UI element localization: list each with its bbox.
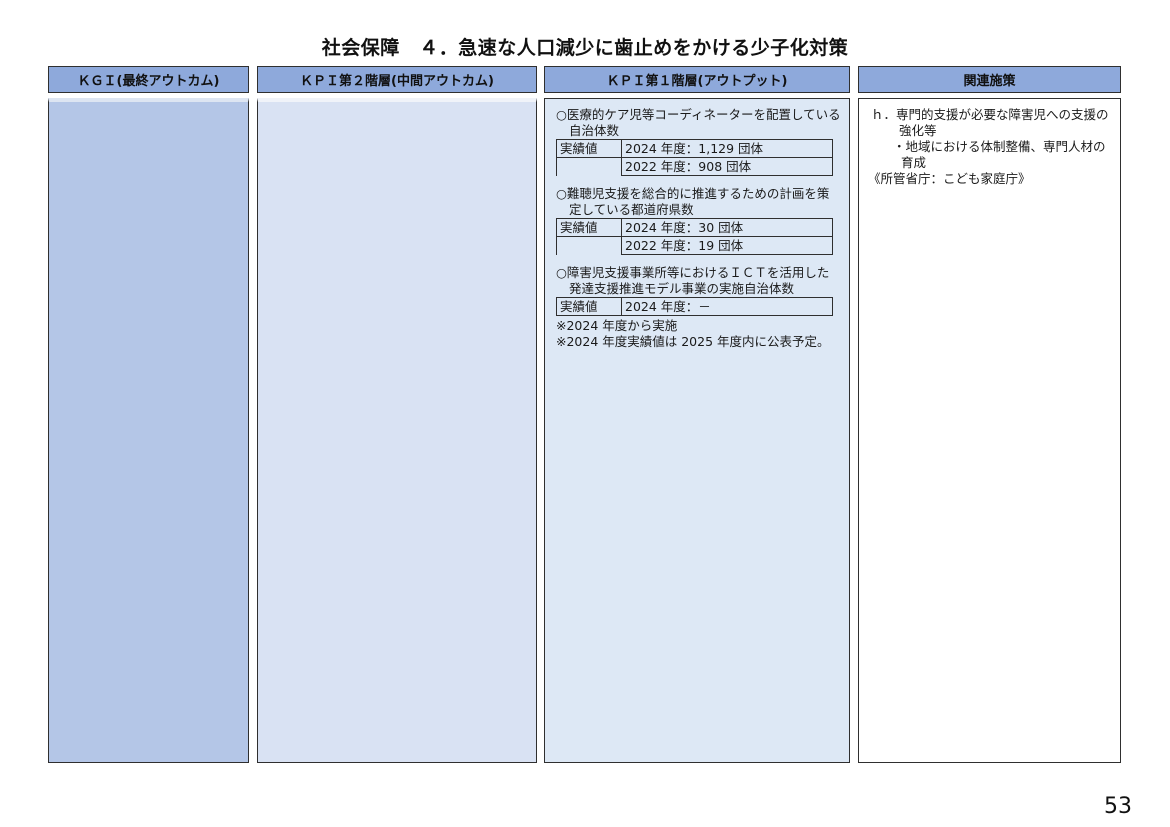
result-key: 実績値 bbox=[556, 139, 622, 158]
kpi-item: ○医療的ケア児等コーディネーターを配置している自治体数 実績値 2024 年度：… bbox=[556, 107, 841, 176]
policy-heading: ｈ．専門的支援が必要な障害児への支援の強化等 bbox=[871, 107, 1109, 138]
policy-agency: 《所管省庁：こども家庭庁》 bbox=[868, 171, 1031, 186]
result-value: 2022 年度：19 団体 bbox=[621, 236, 833, 255]
kpi-label: ○医療的ケア児等コーディネーターを配置している自治体数 bbox=[556, 107, 841, 138]
page-number: 53 bbox=[1104, 794, 1132, 819]
header-kpi-level2: ＫＰＩ第２階層(中間アウトカム) bbox=[257, 66, 537, 93]
kgi-column bbox=[48, 98, 249, 763]
related-policy-column: ｈ．専門的支援が必要な障害児への支援の強化等 ・地域における体制整備、専門人材の… bbox=[858, 98, 1121, 763]
result-table: 実績値 2024 年度：－ bbox=[556, 297, 833, 316]
result-table: 実績値 2024 年度：1,129 団体 2022 年度：908 団体 bbox=[556, 139, 833, 176]
policy-subitem: ・地域における体制整備、専門人材の育成 bbox=[893, 139, 1106, 170]
note: ※2024 年度から実施 bbox=[556, 318, 678, 333]
kpi-label: ○難聴児支援を総合的に推進するための計画を策定している都道府県数 bbox=[556, 186, 830, 217]
result-value: 2022 年度：908 団体 bbox=[621, 157, 833, 176]
kpi-item: ○難聴児支援を総合的に推進するための計画を策定している都道府県数 実績値 202… bbox=[556, 186, 841, 255]
result-key: 実績値 bbox=[556, 218, 622, 237]
result-value: 2024 年度：1,129 団体 bbox=[621, 139, 833, 158]
kpi-label: ○障害児支援事業所等におけるＩＣＴを活用した発達支援推進モデル事業の実施自治体数 bbox=[556, 265, 830, 296]
note: ※2024 年度実績値は 2025 年度内に公表予定。 bbox=[556, 334, 830, 349]
result-key: 実績値 bbox=[556, 297, 622, 316]
result-value: 2024 年度：30 団体 bbox=[621, 218, 833, 237]
header-kpi-level1: ＫＰＩ第１階層(アウトプット) bbox=[544, 66, 850, 93]
result-value: 2024 年度：－ bbox=[621, 297, 833, 316]
result-table: 実績値 2024 年度：30 団体 2022 年度：19 団体 bbox=[556, 218, 833, 255]
kpi-item: ○障害児支援事業所等におけるＩＣＴを活用した発達支援推進モデル事業の実施自治体数… bbox=[556, 265, 841, 316]
kpi-level1-column: ○医療的ケア児等コーディネーターを配置している自治体数 実績値 2024 年度：… bbox=[544, 98, 850, 763]
page-title: 社会保障 ４．急速な人口減少に歯止めをかける少子化対策 bbox=[321, 37, 849, 59]
kpi-level2-column bbox=[257, 98, 537, 763]
header-kgi: ＫＧＩ(最終アウトカム) bbox=[48, 66, 249, 93]
header-related-policy: 関連施策 bbox=[858, 66, 1121, 93]
